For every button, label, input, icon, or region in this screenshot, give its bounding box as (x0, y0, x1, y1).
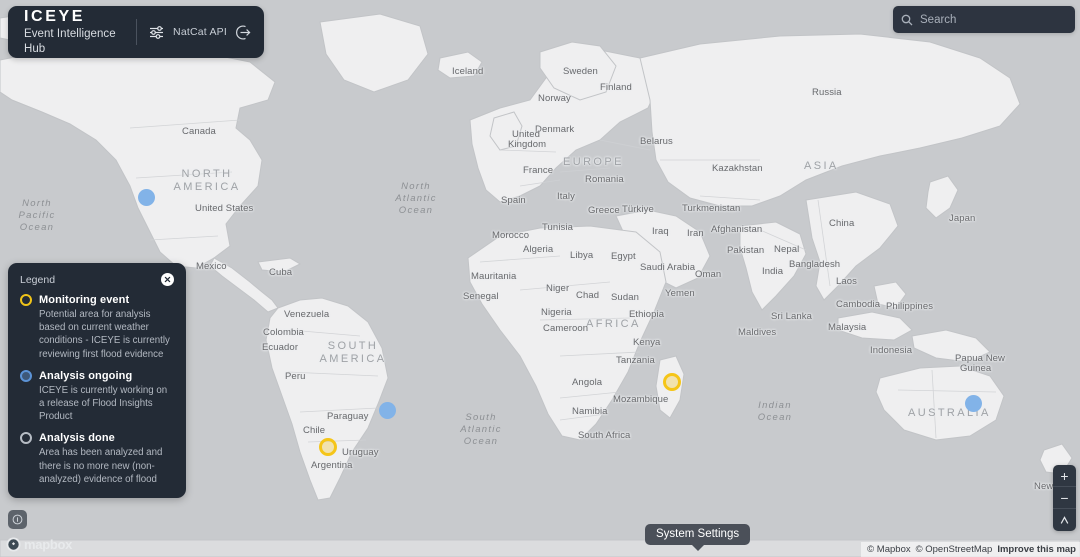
close-icon[interactable] (161, 273, 174, 286)
legend-item-analysis-ongoing[interactable]: Analysis ongoing ICEYE is currently work… (20, 369, 174, 424)
marker-uruguay[interactable] (379, 402, 396, 419)
legend-item-title: Analysis ongoing (39, 369, 133, 382)
brand-name: ICEYE (24, 7, 86, 25)
analysis-done-marker-icon (20, 432, 32, 445)
legend-item-analysis-done[interactable]: Analysis done Area has been analyzed and… (20, 432, 174, 486)
attribution-improve-map[interactable]: Improve this map (997, 544, 1076, 555)
zoom-out-button[interactable]: − (1053, 487, 1076, 509)
marker-australia[interactable] (965, 395, 982, 412)
legend-title: Legend (20, 273, 56, 286)
map-application: North Pacific Ocean North Atlantic Ocean Sou… (0, 0, 1080, 557)
natcat-api-label[interactable]: NatCat API (173, 26, 227, 38)
exit-arrow-icon[interactable] (235, 24, 252, 41)
analysis-ongoing-marker-icon (20, 369, 32, 382)
marker-argentina[interactable] (319, 438, 337, 456)
app-header-panel: ICEYE Event Intelligence Hub NatCat API (8, 6, 264, 58)
brand-subtitle: Event Intelligence Hub (24, 27, 116, 55)
legend-item-title: Analysis done (39, 432, 115, 445)
marker-madagascar[interactable] (663, 373, 681, 391)
compass-button[interactable] (1053, 509, 1076, 531)
legend-header: Legend (20, 273, 174, 286)
attribution-openstreetmap[interactable]: © OpenStreetMap (916, 544, 993, 555)
map-zoom-controls: + − (1053, 465, 1076, 531)
mapbox-mark-icon (6, 537, 21, 552)
zoom-in-button[interactable]: + (1053, 465, 1076, 487)
sliders-icon[interactable] (148, 24, 165, 41)
legend-item-title: Monitoring event (39, 294, 130, 306)
legend-item-monitoring-event[interactable]: Monitoring event Potential area for anal… (20, 294, 174, 361)
monitoring-event-marker-icon (20, 294, 32, 306)
search-input[interactable] (920, 13, 1067, 26)
legend-item-description: Potential area for analysis based on cur… (39, 309, 170, 360)
header-divider (136, 19, 138, 45)
legend-item-description: ICEYE is currently working on a release … (39, 384, 168, 423)
attribution-mapbox[interactable]: © Mapbox (867, 544, 910, 555)
mapbox-logo[interactable]: mapbox (6, 537, 72, 552)
system-settings-tooltip[interactable]: System Settings (645, 524, 751, 545)
legend-panel: Legend Monitoring event Potential area f… (8, 263, 186, 499)
marker-california[interactable] (138, 189, 155, 206)
search-icon (901, 14, 913, 26)
search-box[interactable] (893, 6, 1075, 33)
info-button[interactable] (8, 510, 27, 529)
brand-block: ICEYE Event Intelligence Hub (24, 8, 123, 57)
legend-item-description: Area has been analyzed and there is no m… (39, 447, 163, 485)
header-actions: NatCat API (148, 24, 252, 41)
mapbox-logo-text: mapbox (24, 537, 73, 552)
map-attribution: © Mapbox © OpenStreetMap Improve this ma… (861, 542, 1080, 557)
